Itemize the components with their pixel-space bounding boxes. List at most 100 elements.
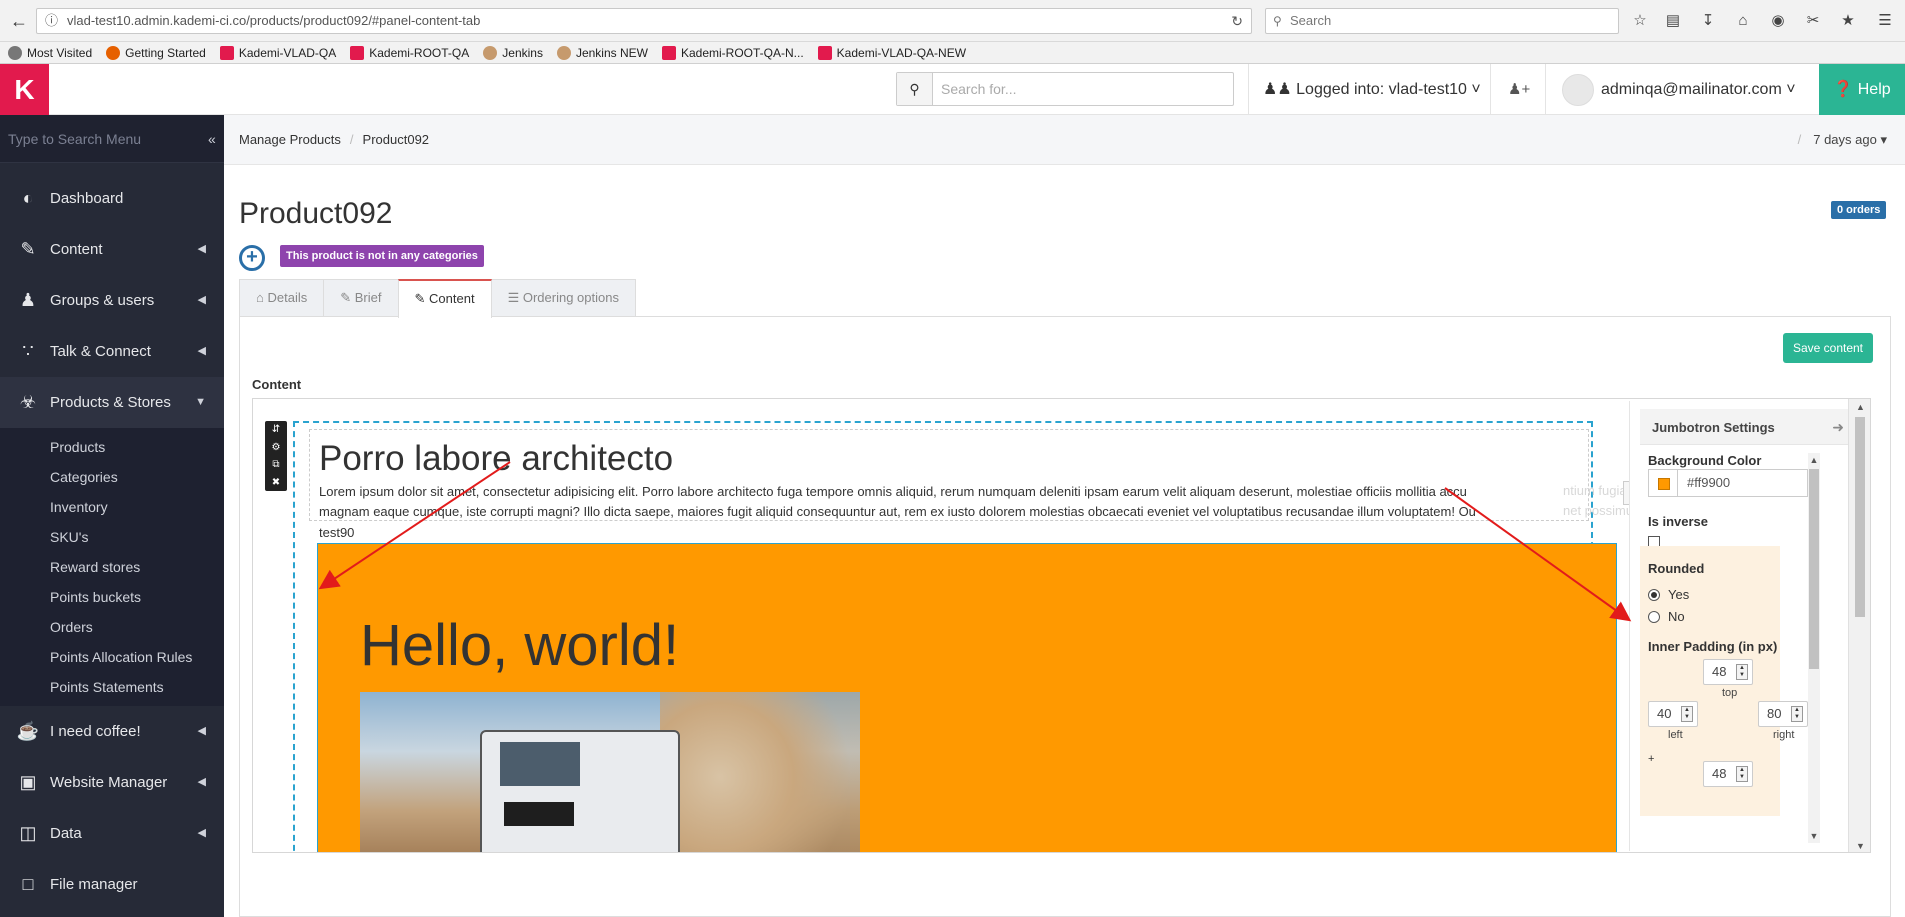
sidebar-item-website-manager[interactable]: ▣ Website Manager ◀ (0, 757, 224, 808)
extension-icon[interactable]: ★ (1838, 11, 1858, 31)
scroll-down-icon[interactable]: ▼ (1849, 838, 1870, 852)
padding-left-stepper[interactable]: 40 ▲ ▼ (1648, 701, 1698, 727)
screenshot-icon[interactable]: ✂ (1803, 11, 1823, 31)
jumbotron-title[interactable]: Hello, world! (360, 612, 679, 679)
home-icon[interactable]: ⌂ (1733, 11, 1753, 31)
kademi-logo[interactable]: K (0, 64, 49, 115)
padding-bottom-stepper[interactable]: 48 ▲ ▼ (1703, 761, 1753, 787)
sidebar-item-content[interactable]: ✎ Content ◀ (0, 224, 224, 275)
back-button[interactable]: ← (6, 8, 32, 34)
sidebar-subitem-products[interactable]: Products (0, 432, 224, 462)
add-category-icon[interactable]: + (239, 245, 265, 271)
truck-image[interactable] (360, 692, 860, 852)
jumbotron-settings-panel: Jumbotron Settings ➜ Background Color #f… (1629, 401, 1869, 851)
arrow-right-icon[interactable]: ➜ (1832, 409, 1844, 445)
last-updated-dropdown[interactable]: / 7 days ago ▾ (1798, 115, 1887, 165)
browser-search-input[interactable]: ⚲ Search (1265, 8, 1619, 34)
sidebar-item-coffee[interactable]: ☕ I need coffee! ◀ (0, 706, 224, 757)
info-icon[interactable]: ⓘ (45, 9, 58, 33)
sidebar-item-data[interactable]: ◫ Data ◀ (0, 808, 224, 859)
scroll-up-icon[interactable]: ▲ (1849, 399, 1870, 415)
tab-brief[interactable]: ✎ Brief (323, 279, 399, 317)
header-search[interactable]: ⚲ Search for... (896, 72, 1234, 106)
gear-icon[interactable]: ⚙ (272, 442, 281, 453)
sidebar-subitem-points-buckets[interactable]: Points buckets (0, 582, 224, 612)
bg-color-input[interactable]: #ff9900 (1648, 469, 1808, 497)
close-icon[interactable]: ✖ (272, 477, 280, 488)
rounded-no-radio[interactable] (1648, 611, 1660, 623)
sidebar-search-placeholder: Type to Search Menu (8, 131, 142, 147)
spinner-icon[interactable]: ▲ ▼ (1736, 766, 1748, 782)
sidebar-subitem-points-allocation-rules[interactable]: Points Allocation Rules (0, 642, 224, 672)
bookmark-getting-started[interactable]: Getting Started (106, 45, 206, 60)
rounded-yes-radio[interactable] (1648, 589, 1660, 601)
bookmark-star-icon[interactable]: ☆ (1630, 11, 1650, 31)
file-icon: □ (22, 874, 34, 894)
sidebar-item-dashboard[interactable]: ◐ Dashboard (0, 173, 224, 224)
sidebar-search-input[interactable]: Type to Search Menu « (0, 115, 224, 163)
search-icon[interactable]: ⚲ (897, 73, 933, 105)
bookmark-jenkins-new[interactable]: Jenkins NEW (556, 45, 648, 60)
lead-text[interactable]: Lorem ipsum dolor sit amet, consectetur … (319, 482, 1609, 522)
download-icon[interactable]: ↧ (1698, 11, 1718, 31)
scroll-thumb[interactable] (1809, 469, 1819, 669)
sidebar-subitem-skus[interactable]: SKU's (0, 522, 224, 552)
lead-title[interactable]: Porro labore architecto (319, 439, 673, 479)
logged-into-dropdown[interactable]: ♟♟ Logged into: vlad-test10 ˅ (1263, 64, 1481, 115)
spinner-icon[interactable]: ▲ ▼ (1736, 664, 1748, 680)
padding-right-stepper[interactable]: 80 ▲ ▼ (1758, 701, 1808, 727)
move-icon[interactable]: ⇵ (272, 424, 280, 435)
sidebar-item-products-stores[interactable]: ☣ Products & Stores ▼ (0, 377, 224, 428)
rounded-yes-label[interactable]: Yes (1668, 587, 1689, 602)
scroll-thumb[interactable] (1855, 417, 1865, 617)
scroll-up-icon[interactable]: ▲ (1808, 453, 1820, 467)
save-content-button[interactable]: Save content (1783, 333, 1873, 363)
sidebar-subitem-inventory[interactable]: Inventory (0, 492, 224, 522)
tab-details[interactable]: ⌂ Details (239, 279, 325, 317)
rounded-no-label[interactable]: No (1668, 609, 1685, 624)
sidebar-subitem-orders[interactable]: Orders (0, 612, 224, 642)
sidebar-item-talk-connect[interactable]: ∵ Talk & Connect ◀ (0, 326, 224, 377)
bookmark-kademi-vlad-qa[interactable]: Kademi-VLAD-QA (219, 45, 336, 60)
collapse-sidebar-icon[interactable]: « (208, 115, 222, 163)
sidebar-subitem-points-statements[interactable]: Points Statements (0, 672, 224, 702)
divider (1677, 470, 1678, 496)
copy-icon[interactable]: ⧉ (272, 459, 279, 470)
bookmark-kademi-vlad-qa-new[interactable]: Kademi-VLAD-QA-NEW (817, 45, 966, 60)
test-label[interactable]: test90 (319, 525, 354, 540)
jumbotron-block[interactable]: Hello, world! (317, 543, 1617, 852)
padding-left-value: 40 (1657, 706, 1672, 721)
reading-list-icon[interactable]: ▤ (1663, 11, 1683, 31)
reload-icon[interactable]: ↻ (1231, 9, 1243, 33)
pocket-icon[interactable]: ◉ (1768, 11, 1788, 31)
sidebar-item-file-manager[interactable]: □ File manager (0, 859, 224, 910)
add-user-icon[interactable]: ♟+ (1508, 64, 1530, 115)
bookmark-most-visited[interactable]: Most Visited (8, 45, 92, 60)
content-label: Content (252, 377, 302, 392)
breadcrumb-manage-products[interactable]: Manage Products (239, 132, 341, 147)
padding-top-stepper[interactable]: 48 ▲ ▼ (1703, 659, 1753, 685)
content-editor[interactable]: ⇵ ⚙ ⧉ ✖ Porro labore architecto Lorem ip… (252, 398, 1871, 853)
url-bar[interactable]: ⓘ vlad-test10.admin.kademi-ci.co/product… (36, 8, 1252, 34)
users-icon: ♟ (19, 290, 37, 310)
chevron-down-icon: ˅ (1471, 81, 1481, 98)
settings-scrollbar[interactable]: ▲ ▼ (1808, 453, 1820, 843)
tab-content[interactable]: ✎ Content (397, 279, 492, 318)
spinner-icon[interactable]: ▲ ▼ (1791, 706, 1803, 722)
editor-scrollbar[interactable]: ▲ ▼ (1848, 399, 1870, 852)
sidebar-item-groups-users[interactable]: ♟ Groups & users ◀ (0, 275, 224, 326)
user-menu[interactable]: adminqa@mailinator.com ˅ (1601, 64, 1796, 115)
bookmark-jenkins[interactable]: Jenkins (483, 45, 543, 60)
sidebar-subitem-categories[interactable]: Categories (0, 462, 224, 492)
bookmark-kademi-root-qa-new[interactable]: Kademi-ROOT-QA-N... (661, 45, 804, 60)
menu-icon[interactable]: ☰ (1875, 11, 1895, 31)
orders-badge[interactable]: 0 orders (1831, 201, 1887, 219)
color-swatch[interactable] (1658, 478, 1670, 490)
sidebar-subitem-reward-stores[interactable]: Reward stores (0, 552, 224, 582)
avatar[interactable] (1562, 74, 1594, 106)
spinner-icon[interactable]: ▲ ▼ (1681, 706, 1693, 722)
bookmark-kademi-root-qa[interactable]: Kademi-ROOT-QA (350, 45, 469, 60)
scroll-down-icon[interactable]: ▼ (1808, 829, 1820, 843)
tab-ordering-options[interactable]: ☰ Ordering options (490, 279, 636, 317)
help-button[interactable]: ❓ Help (1819, 64, 1905, 115)
